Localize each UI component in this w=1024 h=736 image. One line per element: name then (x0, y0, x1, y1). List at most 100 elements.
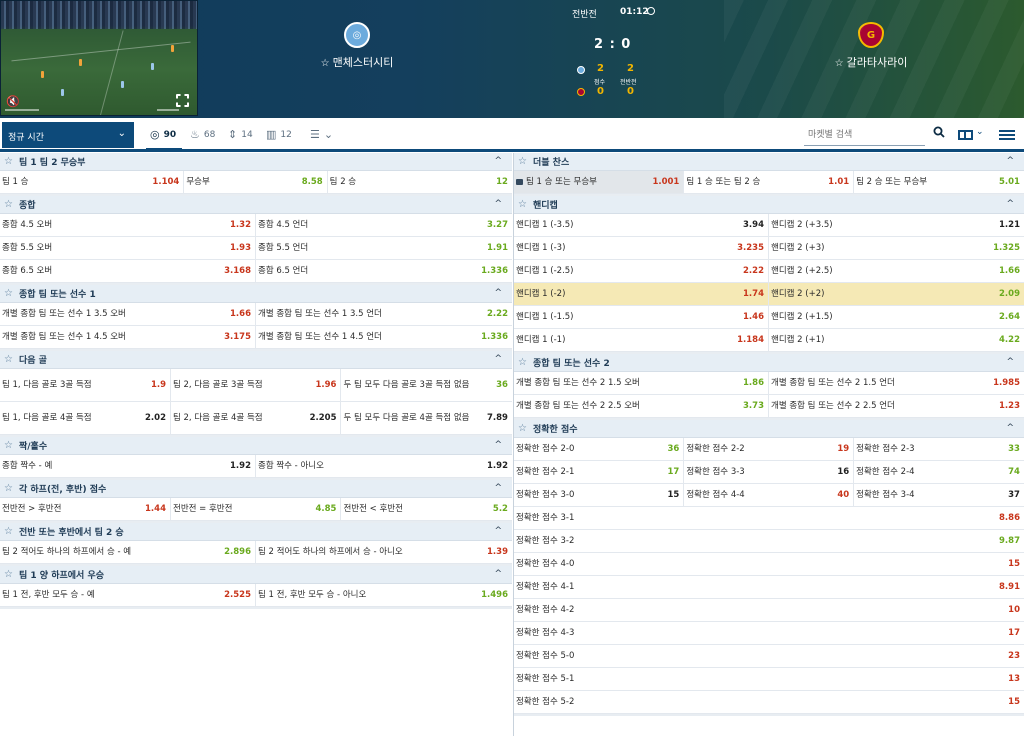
odds-cell[interactable]: 두 팀 모두 다음 골로 4골 득점 없음 7.89 (341, 402, 511, 434)
live-video-player[interactable]: 🔇 (0, 0, 198, 116)
odds-cell[interactable]: 정확한 점수 3-1 8.86 (514, 507, 1024, 529)
odds-cell[interactable]: 개별 종합 팀 또는 선수 1 3.5 언더 2.22 (256, 303, 512, 325)
odds-cell[interactable]: 전반전 = 후반전 4.85 (171, 498, 342, 520)
odds-cell[interactable]: 종합 짝수 - 예 1.92 (0, 455, 256, 477)
odds-cell[interactable]: 전반전 < 후반전 5.2 (341, 498, 511, 520)
search-icon[interactable] (933, 126, 945, 138)
chevron-up-icon[interactable]: ^ (494, 526, 502, 536)
odds-cell[interactable]: 정확한 점수 3-2 9.87 (514, 530, 1024, 552)
odds-cell[interactable]: 팀 2 적어도 하나의 하프에서 승 - 아니오 1.39 (256, 541, 512, 563)
filter-more[interactable]: ☰ ⌄ (310, 128, 333, 141)
odds-cell[interactable]: 개별 종합 팀 또는 선수 2 1.5 오버 1.86 (514, 372, 769, 394)
market-header[interactable]: ☆ 각 하프(전, 후반) 점수 ^ (0, 480, 512, 498)
odds-cell[interactable]: 핸디캡 1 (-3) 3.235 (514, 237, 769, 259)
odds-cell[interactable]: 핸디캡 2 (+2.5) 1.66 (769, 260, 1024, 282)
market-header[interactable]: ☆ 짝/홀수 ^ (0, 437, 512, 455)
odds-cell[interactable]: 무승부 8.58 (184, 171, 328, 193)
odds-cell[interactable]: 팀 1, 다음 골로 3골 득점 1.9 (0, 369, 171, 401)
chevron-up-icon[interactable]: ^ (494, 483, 502, 493)
odds-cell[interactable]: 핸디캡 1 (-1) 1.184 (514, 329, 769, 351)
chevron-up-icon[interactable]: ^ (1006, 199, 1014, 209)
market-header[interactable]: ☆ 종합 ^ (0, 196, 512, 214)
favorite-star-icon[interactable]: ☆ (321, 58, 330, 69)
favorite-star-icon[interactable]: ☆ (835, 58, 844, 69)
odds-cell[interactable]: 팀 1 승 1.104 (0, 171, 185, 193)
odds-cell[interactable]: 핸디캡 1 (-3.5) 3.94 (514, 214, 769, 236)
odds-cell[interactable]: 핸디캡 1 (-1.5) 1.46 (514, 306, 769, 328)
odds-cell[interactable]: 종합 6.5 언더 1.336 (256, 260, 512, 282)
filter-hot[interactable]: ♨ 68 (190, 128, 215, 141)
odds-cell[interactable]: 팀 2, 다음 골로 4골 득점 2.205 (171, 402, 342, 434)
odds-cell[interactable]: 팀 2 승 또는 무승부 5.01 (854, 171, 1024, 193)
odds-cell[interactable]: 핸디캡 2 (+1.5) 2.64 (769, 306, 1024, 328)
odds-cell[interactable]: 팀 1, 다음 골로 4골 득점 2.02 (0, 402, 171, 434)
favorite-star-icon[interactable]: ☆ (4, 483, 13, 494)
market-header[interactable]: ☆ 팀 1 팀 2 무승부 ^ (0, 153, 512, 171)
market-header[interactable]: ☆ 정확한 점수 ^ (514, 420, 1024, 438)
volume-bar[interactable] (5, 109, 39, 111)
favorite-star-icon[interactable]: ☆ (4, 569, 13, 580)
odds-cell[interactable]: 정확한 점수 4-3 17 (514, 622, 1024, 644)
market-header[interactable]: ☆ 종합 팀 또는 선수 1 ^ (0, 285, 512, 303)
filter-bars[interactable]: ▥ 12 (266, 128, 292, 141)
market-header[interactable]: ☆ 다음 골 ^ (0, 351, 512, 369)
odds-cell[interactable]: 종합 4.5 언더 3.27 (256, 214, 512, 236)
odds-cell[interactable]: 종합 4.5 오버 1.32 (0, 214, 256, 236)
odds-cell[interactable]: 핸디캡 2 (+1) 4.22 (769, 329, 1024, 351)
mute-icon[interactable]: 🔇 (6, 95, 20, 108)
favorite-star-icon[interactable]: ☆ (4, 354, 13, 365)
filter-swap[interactable]: ⇕ 14 (228, 128, 253, 141)
chevron-up-icon[interactable]: ^ (1006, 357, 1014, 367)
odds-cell[interactable]: 정확한 점수 5-1 13 (514, 668, 1024, 690)
market-header[interactable]: ☆ 종합 팀 또는 선수 2 ^ (514, 354, 1024, 372)
chevron-up-icon[interactable]: ^ (494, 199, 502, 209)
market-search-input[interactable] (804, 124, 925, 146)
odds-cell[interactable]: 팀 2, 다음 골로 3골 득점 1.96 (171, 369, 342, 401)
odds-cell[interactable]: 전반전 > 후반전 1.44 (0, 498, 171, 520)
odds-cell[interactable]: 팀 1 전, 후반 모두 승 - 예 2.525 (0, 584, 256, 606)
favorite-star-icon[interactable]: ☆ (4, 156, 13, 167)
market-header[interactable]: ☆ 핸디캡 ^ (514, 196, 1024, 214)
chevron-up-icon[interactable]: ^ (494, 569, 502, 579)
favorite-star-icon[interactable]: ☆ (4, 440, 13, 451)
favorite-star-icon[interactable]: ☆ (4, 199, 13, 210)
odds-cell[interactable]: 종합 짝수 - 아니오 1.92 (256, 455, 512, 477)
favorite-star-icon[interactable]: ☆ (518, 357, 527, 368)
odds-cell[interactable]: 정확한 점수 4-0 15 (514, 553, 1024, 575)
chevron-up-icon[interactable]: ^ (1006, 423, 1014, 433)
odds-cell[interactable]: 두 팀 모두 다음 골로 3골 득점 없음 36 (341, 369, 511, 401)
odds-cell[interactable]: 개별 종합 팀 또는 선수 2 1.5 언더 1.985 (769, 372, 1024, 394)
period-select[interactable]: 정규 시간 ⌄ (2, 122, 134, 148)
odds-cell[interactable]: 정확한 점수 5-0 23 (514, 645, 1024, 667)
odds-cell[interactable]: 팀 2 승 12 (328, 171, 512, 193)
odds-cell[interactable]: 정확한 점수 4-4 40 (684, 484, 855, 506)
favorite-star-icon[interactable]: ☆ (518, 199, 527, 210)
favorite-star-icon[interactable]: ☆ (4, 526, 13, 537)
chevron-up-icon[interactable]: ^ (494, 156, 502, 166)
fullscreen-icon[interactable] (176, 94, 189, 107)
odds-cell[interactable]: 정확한 점수 5-2 15 (514, 691, 1024, 713)
odds-cell[interactable]: 팀 1 전, 후반 모두 승 - 아니오 1.496 (256, 584, 512, 606)
odds-cell[interactable]: 정확한 점수 3-0 15 (514, 484, 685, 506)
odds-cell[interactable]: 개별 종합 팀 또는 선수 2 2.5 언더 1.23 (769, 395, 1024, 417)
odds-cell[interactable]: 개별 종합 팀 또는 선수 1 4.5 오버 3.175 (0, 326, 256, 348)
chevron-up-icon[interactable]: ^ (494, 288, 502, 298)
odds-cell[interactable]: 개별 종합 팀 또는 선수 2 2.5 오버 3.73 (514, 395, 769, 417)
odds-cell[interactable]: 팀 1 승 또는 팀 2 승 1.01 (684, 171, 855, 193)
favorite-star-icon[interactable]: ☆ (518, 423, 527, 434)
chevron-up-icon[interactable]: ^ (494, 440, 502, 450)
market-header[interactable]: ☆ 더블 찬스 ^ (514, 153, 1024, 171)
chevron-down-icon[interactable]: ⌄ (976, 127, 984, 137)
odds-cell[interactable]: 정확한 점수 3-4 37 (854, 484, 1024, 506)
menu-icon[interactable] (999, 130, 1015, 140)
odds-cell[interactable]: 팀 1 승 또는 무승부 1.001 (514, 171, 685, 193)
odds-cell[interactable]: 개별 종합 팀 또는 선수 1 3.5 오버 1.66 (0, 303, 256, 325)
odds-cell[interactable]: 정확한 점수 4-1 8.91 (514, 576, 1024, 598)
odds-cell[interactable]: 종합 6.5 오버 3.168 (0, 260, 256, 282)
odds-cell[interactable]: 팀 2 적어도 하나의 하프에서 승 - 예 2.896 (0, 541, 256, 563)
odds-cell[interactable]: 정확한 점수 2-1 17 (514, 461, 685, 483)
favorite-star-icon[interactable]: ☆ (4, 288, 13, 299)
odds-cell[interactable]: 핸디캡 1 (-2.5) 2.22 (514, 260, 769, 282)
odds-cell[interactable]: 정확한 점수 2-3 33 (854, 438, 1024, 460)
favorite-star-icon[interactable]: ☆ (518, 156, 527, 167)
